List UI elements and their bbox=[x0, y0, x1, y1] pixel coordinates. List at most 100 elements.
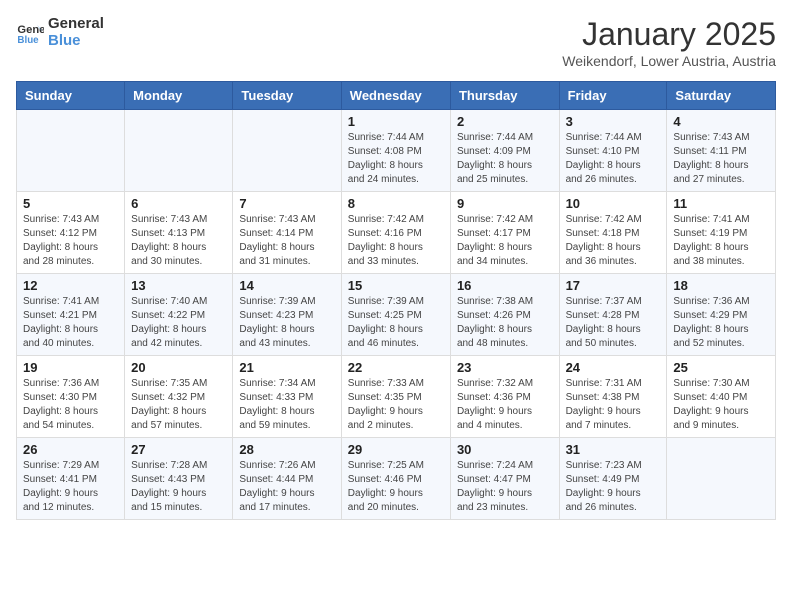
day-info: Sunrise: 7:29 AM Sunset: 4:41 PM Dayligh… bbox=[23, 459, 118, 515]
calendar-cell: 29 Sunrise: 7:25 AM Sunset: 4:46 PM Dayli… bbox=[341, 438, 450, 520]
logo: General Blue General Blue bbox=[16, 16, 104, 49]
header-wednesday: Wednesday bbox=[341, 82, 450, 110]
day-number: 5 bbox=[23, 196, 118, 211]
day-number: 28 bbox=[239, 442, 334, 457]
calendar-cell: 9 Sunrise: 7:42 AM Sunset: 4:17 PM Daylig… bbox=[450, 192, 559, 274]
calendar-cell bbox=[125, 110, 233, 192]
calendar-cell: 3Sunrise: 7:44 AM Sunset: 4:10 PM Daylig… bbox=[559, 110, 667, 192]
calendar-cell: 4 Sunrise: 7:43 AM Sunset: 4:11 PM Daylig… bbox=[667, 110, 776, 192]
calendar-cell: 1Sunrise: 7:44 AM Sunset: 4:08 PM Daylig… bbox=[341, 110, 450, 192]
day-info: Sunrise: 7:40 AM Sunset: 4:22 PM Dayligh… bbox=[131, 295, 226, 351]
day-info: Sunrise: 7:42 AM Sunset: 4:17 PM Dayligh… bbox=[457, 213, 553, 269]
calendar-cell bbox=[667, 438, 776, 520]
calendar-cell: 5 Sunrise: 7:43 AM Sunset: 4:12 PM Daylig… bbox=[17, 192, 125, 274]
day-info: Sunrise: 7:39 AM Sunset: 4:23 PM Dayligh… bbox=[239, 295, 334, 351]
day-info: Sunrise: 7:36 AM Sunset: 4:30 PM Dayligh… bbox=[23, 377, 118, 433]
day-number: 7 bbox=[239, 196, 334, 211]
day-info: Sunrise: 7:43 AM Sunset: 4:13 PM Dayligh… bbox=[131, 213, 226, 269]
day-number: 14 bbox=[239, 278, 334, 293]
header-saturday: Saturday bbox=[667, 82, 776, 110]
week-row-3: 12Sunrise: 7:41 AM Sunset: 4:21 PM Dayli… bbox=[17, 274, 776, 356]
day-number: 20 bbox=[131, 360, 226, 375]
day-info: Sunrise: 7:31 AM Sunset: 4:38 PM Dayligh… bbox=[566, 377, 661, 433]
calendar-cell bbox=[233, 110, 341, 192]
day-info: Sunrise: 7:23 AM Sunset: 4:49 PM Dayligh… bbox=[566, 459, 661, 515]
week-row-2: 5 Sunrise: 7:43 AM Sunset: 4:12 PM Daylig… bbox=[17, 192, 776, 274]
day-info: Sunrise: 7:44 AM Sunset: 4:09 PM Dayligh… bbox=[457, 131, 553, 187]
day-info: Sunrise: 7:44 AM Sunset: 4:10 PM Dayligh… bbox=[566, 131, 661, 187]
day-info: Sunrise: 7:36 AM Sunset: 4:29 PM Dayligh… bbox=[673, 295, 769, 351]
day-info: Sunrise: 7:34 AM Sunset: 4:33 PM Dayligh… bbox=[239, 377, 334, 433]
calendar-cell: 20 Sunrise: 7:35 AM Sunset: 4:32 PM Dayli… bbox=[125, 356, 233, 438]
calendar-cell: 17Sunrise: 7:37 AM Sunset: 4:28 PM Dayli… bbox=[559, 274, 667, 356]
day-number: 21 bbox=[239, 360, 334, 375]
calendar-cell: 22 Sunrise: 7:33 AM Sunset: 4:35 PM Dayli… bbox=[341, 356, 450, 438]
day-number: 1 bbox=[348, 114, 444, 129]
day-info: Sunrise: 7:38 AM Sunset: 4:26 PM Dayligh… bbox=[457, 295, 553, 351]
day-info: Sunrise: 7:33 AM Sunset: 4:35 PM Dayligh… bbox=[348, 377, 444, 433]
logo-icon: General Blue bbox=[16, 19, 44, 47]
day-number: 23 bbox=[457, 360, 553, 375]
week-row-5: 26Sunrise: 7:29 AM Sunset: 4:41 PM Dayli… bbox=[17, 438, 776, 520]
calendar-cell: 26Sunrise: 7:29 AM Sunset: 4:41 PM Dayli… bbox=[17, 438, 125, 520]
day-info: Sunrise: 7:25 AM Sunset: 4:46 PM Dayligh… bbox=[348, 459, 444, 515]
calendar-cell: 6 Sunrise: 7:43 AM Sunset: 4:13 PM Daylig… bbox=[125, 192, 233, 274]
header-friday: Friday bbox=[559, 82, 667, 110]
day-number: 10 bbox=[566, 196, 661, 211]
day-info: Sunrise: 7:42 AM Sunset: 4:16 PM Dayligh… bbox=[348, 213, 444, 269]
day-number: 30 bbox=[457, 442, 553, 457]
calendar-cell: 13 Sunrise: 7:40 AM Sunset: 4:22 PM Dayli… bbox=[125, 274, 233, 356]
day-info: Sunrise: 7:35 AM Sunset: 4:32 PM Dayligh… bbox=[131, 377, 226, 433]
calendar-cell: 30 Sunrise: 7:24 AM Sunset: 4:47 PM Dayli… bbox=[450, 438, 559, 520]
month-title: January 2025 bbox=[562, 16, 776, 53]
header-monday: Monday bbox=[125, 82, 233, 110]
page-header: General Blue General Blue January 2025 W… bbox=[16, 16, 776, 69]
day-number: 15 bbox=[348, 278, 444, 293]
day-number: 13 bbox=[131, 278, 226, 293]
calendar-cell: 12Sunrise: 7:41 AM Sunset: 4:21 PM Dayli… bbox=[17, 274, 125, 356]
day-number: 16 bbox=[457, 278, 553, 293]
calendar-cell: 16 Sunrise: 7:38 AM Sunset: 4:26 PM Dayli… bbox=[450, 274, 559, 356]
day-number: 25 bbox=[673, 360, 769, 375]
day-info: Sunrise: 7:26 AM Sunset: 4:44 PM Dayligh… bbox=[239, 459, 334, 515]
svg-text:Blue: Blue bbox=[17, 34, 39, 45]
calendar-cell: 2Sunrise: 7:44 AM Sunset: 4:09 PM Daylig… bbox=[450, 110, 559, 192]
day-number: 19 bbox=[23, 360, 118, 375]
logo-line2: Blue bbox=[48, 33, 104, 50]
header-thursday: Thursday bbox=[450, 82, 559, 110]
day-info: Sunrise: 7:37 AM Sunset: 4:28 PM Dayligh… bbox=[566, 295, 661, 351]
day-info: Sunrise: 7:43 AM Sunset: 4:14 PM Dayligh… bbox=[239, 213, 334, 269]
day-info: Sunrise: 7:43 AM Sunset: 4:11 PM Dayligh… bbox=[673, 131, 769, 187]
day-number: 29 bbox=[348, 442, 444, 457]
day-info: Sunrise: 7:42 AM Sunset: 4:18 PM Dayligh… bbox=[566, 213, 661, 269]
day-number: 22 bbox=[348, 360, 444, 375]
calendar-cell: 24 Sunrise: 7:31 AM Sunset: 4:38 PM Dayli… bbox=[559, 356, 667, 438]
day-number: 6 bbox=[131, 196, 226, 211]
day-info: Sunrise: 7:41 AM Sunset: 4:19 PM Dayligh… bbox=[673, 213, 769, 269]
day-number: 8 bbox=[348, 196, 444, 211]
day-number: 24 bbox=[566, 360, 661, 375]
day-info: Sunrise: 7:28 AM Sunset: 4:43 PM Dayligh… bbox=[131, 459, 226, 515]
day-number: 4 bbox=[673, 114, 769, 129]
day-info: Sunrise: 7:41 AM Sunset: 4:21 PM Dayligh… bbox=[23, 295, 118, 351]
calendar-cell: 14 Sunrise: 7:39 AM Sunset: 4:23 PM Dayli… bbox=[233, 274, 341, 356]
logo-line1: General bbox=[48, 16, 104, 33]
calendar-cell: 31Sunrise: 7:23 AM Sunset: 4:49 PM Dayli… bbox=[559, 438, 667, 520]
day-number: 9 bbox=[457, 196, 553, 211]
location: Weikendorf, Lower Austria, Austria bbox=[562, 53, 776, 69]
day-info: Sunrise: 7:30 AM Sunset: 4:40 PM Dayligh… bbox=[673, 377, 769, 433]
weekday-header-row: Sunday Monday Tuesday Wednesday Thursday… bbox=[17, 82, 776, 110]
calendar-cell: 28 Sunrise: 7:26 AM Sunset: 4:44 PM Dayli… bbox=[233, 438, 341, 520]
header-sunday: Sunday bbox=[17, 82, 125, 110]
calendar-cell: 27Sunrise: 7:28 AM Sunset: 4:43 PM Dayli… bbox=[125, 438, 233, 520]
day-info: Sunrise: 7:24 AM Sunset: 4:47 PM Dayligh… bbox=[457, 459, 553, 515]
calendar-cell bbox=[17, 110, 125, 192]
week-row-4: 19 Sunrise: 7:36 AM Sunset: 4:30 PM Dayli… bbox=[17, 356, 776, 438]
calendar-cell: 21 Sunrise: 7:34 AM Sunset: 4:33 PM Dayli… bbox=[233, 356, 341, 438]
title-block: January 2025 Weikendorf, Lower Austria, … bbox=[562, 16, 776, 69]
calendar: Sunday Monday Tuesday Wednesday Thursday… bbox=[16, 81, 776, 520]
header-tuesday: Tuesday bbox=[233, 82, 341, 110]
calendar-cell: 19 Sunrise: 7:36 AM Sunset: 4:30 PM Dayli… bbox=[17, 356, 125, 438]
day-info: Sunrise: 7:43 AM Sunset: 4:12 PM Dayligh… bbox=[23, 213, 118, 269]
calendar-cell: 18Sunrise: 7:36 AM Sunset: 4:29 PM Dayli… bbox=[667, 274, 776, 356]
